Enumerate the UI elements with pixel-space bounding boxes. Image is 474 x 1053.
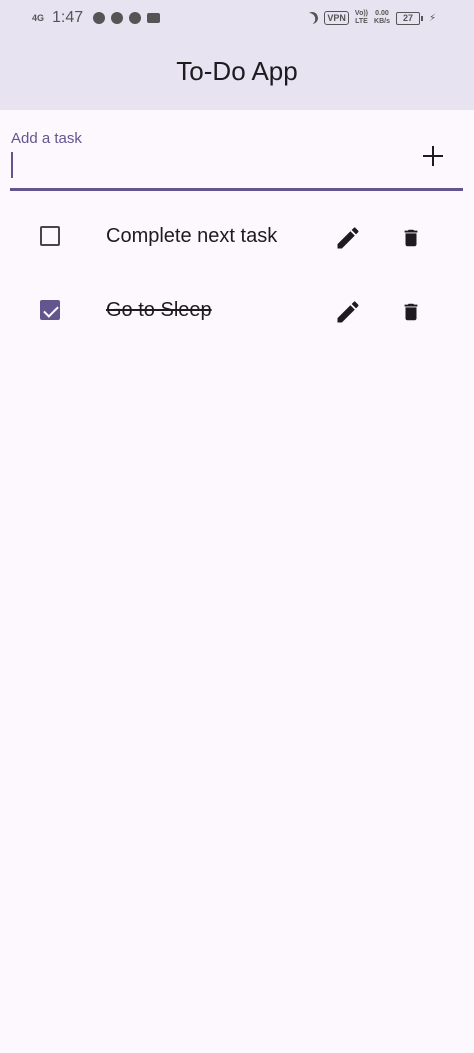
task-checkbox-checked[interactable] [40, 300, 60, 320]
speed-unit: KB/s [374, 18, 390, 25]
mail-icon [147, 13, 161, 23]
volte-bottom: LTE [355, 18, 368, 25]
delete-icon[interactable] [400, 224, 422, 252]
edit-icon[interactable] [334, 224, 362, 252]
vpn-badge: VPN [324, 11, 349, 25]
battery-level: 27 [402, 12, 413, 23]
task-input-field[interactable]: Add a task [10, 125, 463, 191]
battery-icon: 27 [395, 11, 423, 25]
status-bar: 4G 1:47 VPN Vo)) LTE 0.00 KB/s 27 ⚡ [0, 0, 474, 36]
volte-indicator: Vo)) LTE [355, 10, 368, 26]
network-speed: 0.00 KB/s [374, 10, 390, 26]
task-row: Go to Sleep [0, 287, 474, 337]
app-bar: 4G 1:47 VPN Vo)) LTE 0.00 KB/s 27 ⚡ To-D… [0, 0, 474, 110]
app-notification-icon [129, 12, 142, 24]
network-indicator: 4G [32, 12, 45, 23]
charging-icon: ⚡ [428, 12, 436, 24]
chrome-icon [93, 12, 106, 24]
volte-top: Vo)) [354, 10, 369, 17]
add-task-button[interactable] [421, 144, 445, 168]
delete-icon[interactable] [400, 298, 422, 326]
text-cursor [11, 152, 13, 178]
task-text: Complete next task [106, 225, 278, 247]
task-checkbox[interactable] [40, 226, 60, 246]
twitter-icon [111, 12, 124, 24]
speed-value: 0.00 [375, 10, 389, 17]
task-input-label: Add a task [11, 130, 82, 147]
edit-icon[interactable] [334, 298, 362, 326]
task-row: Complete next task [0, 213, 474, 263]
input-underline [10, 188, 463, 191]
page-title: To-Do App [176, 56, 298, 86]
clock: 1:47 [52, 9, 84, 26]
do-not-disturb-icon [305, 10, 320, 25]
task-text: Go to Sleep [106, 299, 212, 321]
